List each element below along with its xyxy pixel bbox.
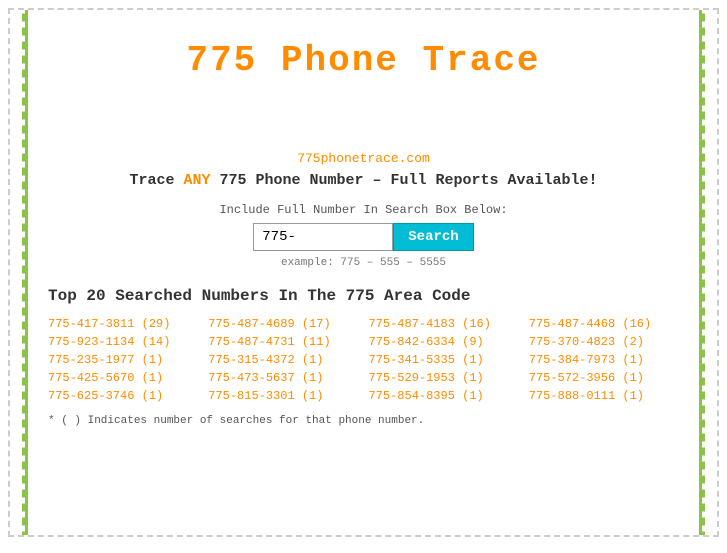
phone-link[interactable]: 775-572-3956 (1) bbox=[529, 371, 679, 385]
phone-link[interactable]: 775-315-4372 (1) bbox=[208, 353, 358, 367]
phone-link[interactable]: 775-888-0111 (1) bbox=[529, 389, 679, 403]
phone-link[interactable]: 775-625-3746 (1) bbox=[48, 389, 198, 403]
search-example: example: 775 – 555 – 5555 bbox=[48, 257, 679, 269]
search-label: Include Full Number In Search Box Below: bbox=[48, 203, 679, 217]
main-content: 775 Phone Trace 775phonetrace.com Trace … bbox=[28, 10, 699, 535]
phone-link[interactable]: 775-425-5670 (1) bbox=[48, 371, 198, 385]
page-title: 775 Phone Trace bbox=[48, 20, 679, 91]
outer-border: 775 Phone Trace 775phonetrace.com Trace … bbox=[8, 8, 719, 537]
phone-link[interactable]: 775-529-1953 (1) bbox=[369, 371, 519, 385]
phone-link[interactable]: 775-842-6334 (9) bbox=[369, 335, 519, 349]
phone-link[interactable]: 775-370-4823 (2) bbox=[529, 335, 679, 349]
tagline-prefix: Trace bbox=[129, 172, 183, 189]
tagline-suffix: 775 Phone Number – Full Reports Availabl… bbox=[210, 172, 597, 189]
search-input[interactable] bbox=[253, 223, 393, 251]
phone-link[interactable]: 775-417-3811 (29) bbox=[48, 317, 198, 331]
phone-link[interactable]: 775-815-3301 (1) bbox=[208, 389, 358, 403]
search-row: Search bbox=[48, 223, 679, 251]
phone-link[interactable]: 775-487-4689 (17) bbox=[208, 317, 358, 331]
phone-link[interactable]: 775-487-4731 (11) bbox=[208, 335, 358, 349]
right-decorative-bar bbox=[699, 10, 717, 535]
top-numbers-title: Top 20 Searched Numbers In The 775 Area … bbox=[48, 287, 679, 305]
phone-link[interactable]: 775-487-4468 (16) bbox=[529, 317, 679, 331]
tagline-any: ANY bbox=[183, 172, 210, 189]
phone-link[interactable]: 775-341-5335 (1) bbox=[369, 353, 519, 367]
phone-link[interactable]: 775-473-5637 (1) bbox=[208, 371, 358, 385]
footnote: * ( ) Indicates number of searches for t… bbox=[48, 415, 679, 427]
numbers-grid: 775-417-3811 (29) 775-487-4689 (17) 775-48… bbox=[48, 317, 679, 403]
phone-link[interactable]: 775-384-7973 (1) bbox=[529, 353, 679, 367]
tagline: Trace ANY 775 Phone Number – Full Report… bbox=[48, 172, 679, 189]
phone-link[interactable]: 775-923-1134 (14) bbox=[48, 335, 198, 349]
search-button[interactable]: Search bbox=[393, 223, 473, 251]
phone-link[interactable]: 775-487-4183 (16) bbox=[369, 317, 519, 331]
left-decorative-bar bbox=[10, 10, 28, 535]
phone-link[interactable]: 775-235-1977 (1) bbox=[48, 353, 198, 367]
site-url: 775phonetrace.com bbox=[48, 151, 679, 166]
phone-link[interactable]: 775-854-8395 (1) bbox=[369, 389, 519, 403]
